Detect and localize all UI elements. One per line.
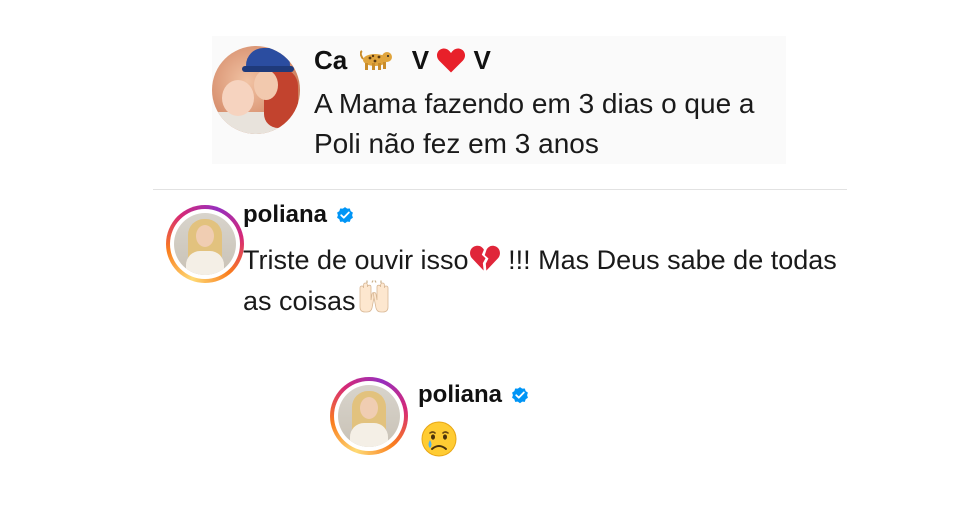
verified-badge-icon (337, 207, 353, 224)
comment-text: A Mama fazendo em 3 dias o que a Poli nã… (314, 88, 755, 159)
username-label: poliana (243, 201, 328, 228)
verified-badge-icon (512, 387, 528, 404)
divider (153, 189, 847, 190)
comment-text: Triste de ouvir isso !!! Mas Deus sabe d… (243, 240, 843, 321)
leopard-icon (360, 50, 393, 70)
comment-username[interactable]: poliana (243, 200, 355, 230)
red-heart-icon (437, 48, 466, 73)
avatar[interactable] (166, 205, 244, 283)
crying-face-icon (421, 421, 457, 457)
avatar[interactable] (212, 46, 300, 134)
username-label: poliana (418, 381, 503, 408)
username-part: V (411, 45, 430, 75)
broken-heart-icon (469, 245, 500, 271)
comment-username[interactable]: Ca V V (314, 44, 491, 76)
avatar[interactable] (330, 377, 408, 455)
raising-hands-icon (359, 280, 388, 313)
comment-item: Ca V V A Mama fazendo em 3 dias o que a … (212, 36, 786, 164)
username-part: V (473, 45, 491, 75)
comment-text-part: Triste de ouvir isso (243, 245, 469, 275)
comment-username[interactable]: poliana (418, 380, 530, 410)
username-part: Ca (314, 45, 348, 75)
instagram-comments-screenshot: Ca V V A Mama fazendo em 3 dias o que a … (0, 0, 966, 507)
